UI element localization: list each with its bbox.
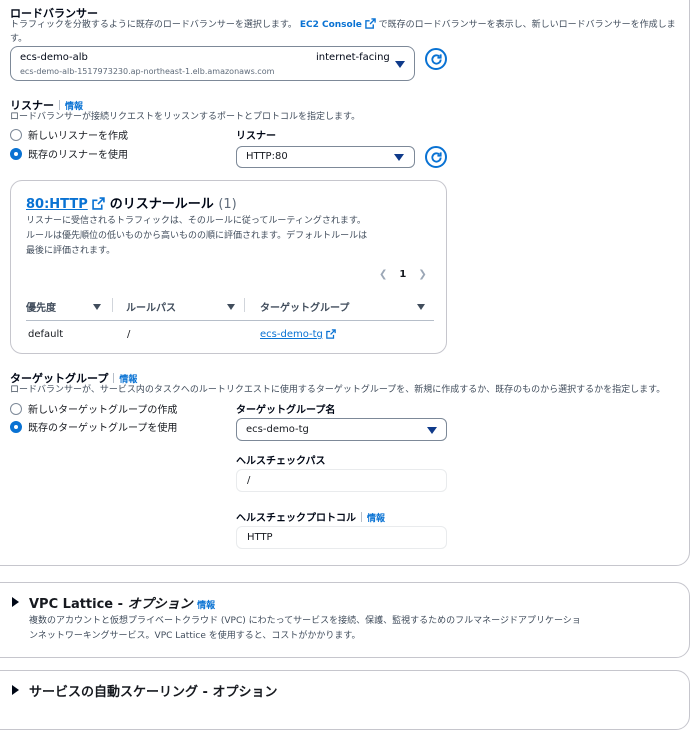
chevron-down-icon — [394, 154, 404, 161]
health-path-label: ヘルスチェックパス — [236, 456, 326, 467]
health-protocol-input[interactable]: HTTP — [236, 526, 447, 549]
vpc-lattice-desc-line-1: 複数のアカウントと仮想プライベートクラウド (VPC) にわたってサービスを接続… — [29, 616, 581, 626]
row-target-link[interactable]: ecs-demo-tg — [260, 329, 336, 340]
vpc-lattice-title-optional: オプション — [127, 597, 193, 612]
target-group-option-new[interactable]: 新しいターゲットグループの作成 — [10, 401, 177, 416]
vpc-lattice-desc-line-2: ンネットワーキングサービス。VPC Lattice を使用すると、コストがかかり… — [29, 631, 361, 641]
load-balancer-select[interactable]: ecs-demo-alb ecs-demo-alb-1517973230.ap-… — [10, 46, 415, 81]
rules-listener-link[interactable]: 80:HTTP — [26, 197, 88, 212]
autoscaling-card — [0, 670, 690, 730]
autoscaling-expand-toggle[interactable] — [12, 685, 19, 695]
load-balancer-scheme: internet-facing — [316, 52, 390, 63]
chevron-left-icon[interactable]: ❮ — [379, 269, 387, 280]
listener-rules-panel: 80:HTTP のリスナールール (1) リスナーに受信されるトラフィックは、そ… — [10, 180, 447, 354]
external-link-icon — [326, 329, 336, 339]
load-balancer-desc-prefix: トラフィックを分散するように既存のロードバランサーを選択します。 — [10, 20, 297, 30]
load-balancer-name: ecs-demo-alb — [20, 52, 88, 63]
radio-selected[interactable] — [10, 147, 22, 160]
external-link-icon — [92, 197, 105, 210]
external-link-icon — [364, 18, 376, 29]
column-divider — [244, 298, 245, 312]
sort-icon — [93, 304, 101, 310]
radio-unselected[interactable] — [10, 402, 22, 415]
target-group-option-existing[interactable]: 既存のターゲットグループを使用 — [10, 419, 177, 434]
listener-option-new-label: 新しいリスナーを作成 — [28, 131, 128, 142]
rules-table-header: 優先度 ルールパス ターゲットグループ — [26, 295, 434, 321]
row-priority: default — [28, 329, 64, 340]
row-target-label: ecs-demo-tg — [260, 329, 323, 340]
listener-select-value: HTTP:80 — [246, 151, 288, 162]
vpc-lattice-expand-toggle[interactable] — [12, 597, 19, 607]
chevron-down-icon — [395, 61, 405, 68]
column-target-group[interactable]: ターゲットグループ — [260, 299, 430, 314]
chevron-down-icon — [427, 427, 437, 434]
health-protocol-info-link[interactable]: 情報 — [367, 514, 385, 524]
column-rule-path[interactable]: ルールパス — [126, 299, 238, 314]
refresh-icon — [430, 151, 442, 163]
load-balancer-refresh-button[interactable] — [425, 48, 447, 70]
rules-desc-line-1: リスナーに受信されるトラフィックは、そのルールに従ってルーティングされます。 — [26, 216, 366, 226]
target-group-option-existing-label: 既存のターゲットグループを使用 — [28, 423, 178, 434]
refresh-icon — [430, 53, 442, 65]
listener-select[interactable]: HTTP:80 — [236, 146, 415, 168]
column-target-group-label: ターゲットグループ — [260, 303, 350, 314]
column-priority[interactable]: 優先度 — [26, 299, 104, 314]
rules-pagination: ❮ 1 ❯ — [379, 269, 427, 280]
target-group-select-value: ecs-demo-tg — [246, 424, 309, 435]
vpc-lattice-heading[interactable]: VPC Lattice - オプション 情報 — [29, 593, 215, 612]
sort-icon — [417, 304, 425, 310]
rules-desc-line-2: ルールは優先順位の低いものから高いものの順に評価されます。デフォルトルールは — [26, 231, 368, 241]
column-rule-path-label: ルールパス — [126, 303, 176, 314]
listener-option-new[interactable]: 新しいリスナーを作成 — [10, 127, 128, 142]
target-group-name-label: ターゲットグループ名 — [236, 405, 336, 416]
target-group-option-new-label: 新しいターゲットグループの作成 — [28, 405, 178, 416]
target-group-select[interactable]: ecs-demo-tg — [236, 418, 447, 441]
load-balancer-desc-wrap: す。 — [10, 34, 28, 44]
load-balancer-desc-suffix: で既存のロードバランサーを表示し、新しいロードバランサーを作成しま — [378, 20, 676, 30]
listener-option-existing[interactable]: 既存のリスナーを使用 — [10, 146, 128, 161]
load-balancer-dns: ecs-demo-alb-1517973230.ap-northeast-1.e… — [20, 67, 275, 76]
listener-select-label: リスナー — [236, 131, 276, 142]
ec2-console-link[interactable]: EC2 Console — [300, 20, 362, 30]
rules-panel-desc: リスナーに受信されるトラフィックは、そのルールに従ってルーティングされます。 ル… — [26, 214, 367, 259]
health-protocol-label: ヘルスチェックプロトコル — [236, 513, 356, 524]
row-path: / — [127, 329, 131, 340]
sort-icon — [227, 304, 235, 310]
vpc-lattice-desc: 複数のアカウントと仮想プライベートクラウド (VPC) にわたってサービスを接続… — [29, 614, 581, 644]
column-divider — [112, 298, 113, 312]
vpc-lattice-title: VPC Lattice - — [29, 597, 128, 612]
chevron-right-icon[interactable]: ❯ — [418, 269, 426, 280]
vpc-lattice-info-link[interactable]: 情報 — [197, 601, 215, 611]
load-balancer-desc: トラフィックを分散するように既存のロードバランサーを選択します。 EC2 Con… — [10, 18, 680, 46]
radio-unselected[interactable] — [10, 128, 22, 141]
radio-selected[interactable] — [10, 420, 22, 433]
page-number[interactable]: 1 — [399, 269, 406, 280]
rules-panel-header: 80:HTTP のリスナールール (1) — [26, 193, 237, 212]
rules-desc-line-3: 最後に評価されます。 — [26, 246, 116, 256]
target-group-desc: ロードバランサーが、サービス内のタスクへのルートリクエストに使用するターゲットグ… — [10, 385, 666, 395]
column-priority-label: 優先度 — [26, 303, 56, 314]
listener-option-existing-label: 既存のリスナーを使用 — [28, 150, 128, 161]
rules-panel-title: のリスナールール — [109, 197, 214, 212]
health-protocol-heading: ヘルスチェックプロトコル 情報 — [236, 509, 385, 524]
autoscaling-title[interactable]: サービスの自動スケーリング - オプション — [29, 681, 277, 700]
table-row: default / ecs-demo-tg — [26, 329, 434, 345]
health-path-input[interactable]: / — [236, 469, 447, 492]
listener-refresh-button[interactable] — [425, 146, 447, 168]
listener-desc: ロードバランサーが接続リクエストをリッスンするポートとプロトコルを指定します。 — [10, 112, 361, 122]
rules-panel-count: (1) — [218, 197, 237, 212]
